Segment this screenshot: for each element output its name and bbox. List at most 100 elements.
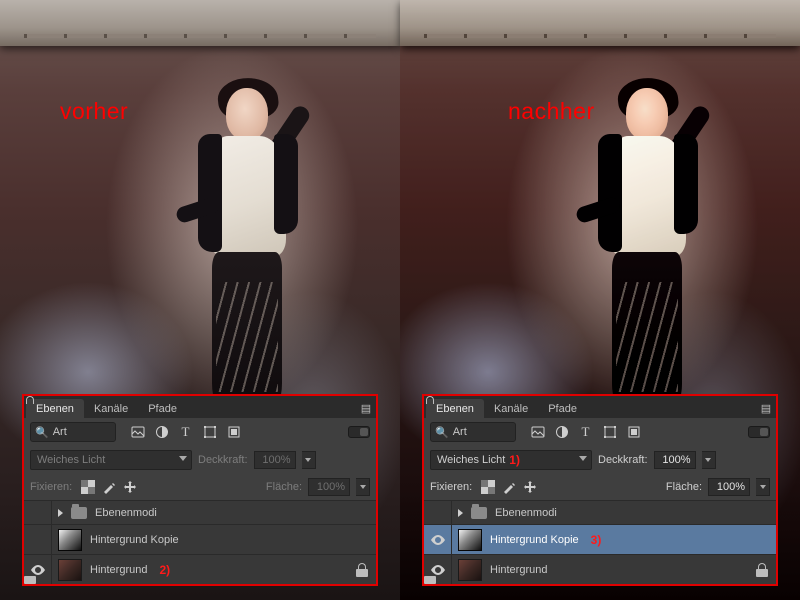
filter-kind-label: Art <box>53 426 67 438</box>
after-image-column: nachher Ebenen Kanäle Pfade ▤ 🔍 Art T <box>400 0 800 600</box>
blend-mode-select[interactable]: Weiches Licht 1) <box>430 450 592 470</box>
tab-channels[interactable]: Kanäle <box>84 399 138 418</box>
filter-icons: T <box>530 425 641 440</box>
lock-move-icon[interactable] <box>122 480 137 495</box>
lock-transparency-icon[interactable] <box>80 480 95 495</box>
blend-mode-value: Weiches Licht <box>37 454 105 466</box>
filter-pixel-icon[interactable] <box>530 425 545 440</box>
filter-kind-label: Art <box>453 426 467 438</box>
layers-list: Ebenenmodi Hintergrund Kopie 3) Hintergr… <box>424 500 776 584</box>
lock-paint-icon[interactable] <box>501 480 516 495</box>
tab-paths[interactable]: Pfade <box>138 399 187 418</box>
lock-all-icon[interactable] <box>543 480 558 495</box>
fill-value[interactable]: 100% <box>308 478 350 496</box>
layers-panel-after: Ebenen Kanäle Pfade ▤ 🔍 Art T Weiches Li… <box>422 394 778 586</box>
filter-pixel-icon[interactable] <box>130 425 145 440</box>
before-image-column: vorher Ebenen Kanäle Pfade ▤ 🔍 Art T <box>0 0 400 600</box>
layer-copy-row[interactable]: Hintergrund Kopie <box>24 524 376 554</box>
lock-transparency-icon[interactable] <box>480 480 495 495</box>
opacity-label: Deckkraft: <box>198 454 248 466</box>
layer-name: Hintergrund <box>90 564 147 576</box>
folder-icon <box>71 507 87 519</box>
lock-row: Fixieren: Fläche: 100% <box>24 474 376 500</box>
folder-icon <box>471 507 487 519</box>
filter-icons: T <box>130 425 241 440</box>
opacity-dropdown[interactable] <box>302 451 316 469</box>
tab-layers[interactable]: Ebenen <box>26 399 84 418</box>
disclosure-triangle-icon[interactable] <box>458 509 463 517</box>
fill-label: Fläche: <box>266 481 302 493</box>
filter-row: 🔍 Art T <box>424 418 776 446</box>
model-figure <box>168 82 318 412</box>
annotation-2: 2) <box>159 563 170 577</box>
fill-dropdown[interactable] <box>356 478 370 496</box>
filter-shape-icon[interactable] <box>202 425 217 440</box>
tab-layers[interactable]: Ebenen <box>426 399 484 418</box>
filter-adjust-icon[interactable] <box>154 425 169 440</box>
panel-tabs: Ebenen Kanäle Pfade ▤ <box>24 396 376 418</box>
panel-menu-icon[interactable]: ▤ <box>356 399 376 418</box>
fill-label: Fläche: <box>666 481 702 493</box>
after-label: nachher <box>508 98 595 125</box>
lock-all-icon[interactable] <box>143 480 158 495</box>
filter-type-icon[interactable]: T <box>578 425 593 440</box>
panel-menu-icon[interactable]: ▤ <box>756 399 776 418</box>
layer-copy-row[interactable]: Hintergrund Kopie 3) <box>424 524 776 554</box>
chevron-down-icon <box>579 456 587 461</box>
filter-shape-icon[interactable] <box>602 425 617 440</box>
lock-label: Fixieren: <box>30 481 72 493</box>
visibility-toggle[interactable] <box>24 525 52 554</box>
filter-smart-icon[interactable] <box>626 425 641 440</box>
lock-icon <box>356 563 368 577</box>
lock-icon <box>756 563 768 577</box>
tab-paths[interactable]: Pfade <box>538 399 587 418</box>
opacity-label: Deckkraft: <box>598 454 648 466</box>
visibility-toggle[interactable] <box>424 525 452 554</box>
model-figure <box>568 82 718 412</box>
annotation-1: 1) <box>509 453 520 467</box>
fill-value[interactable]: 100% <box>708 478 750 496</box>
layer-thumbnail <box>58 559 82 581</box>
layer-name: Hintergrund Kopie <box>490 534 579 546</box>
disclosure-triangle-icon[interactable] <box>58 509 63 517</box>
blend-row: Weiches Licht 1) Deckkraft: 100% <box>424 446 776 474</box>
blend-mode-value: Weiches Licht <box>437 454 505 466</box>
lock-label: Fixieren: <box>430 481 472 493</box>
filter-smart-icon[interactable] <box>226 425 241 440</box>
visibility-toggle[interactable] <box>24 501 52 524</box>
layer-thumbnail <box>458 559 482 581</box>
lock-row: Fixieren: Fläche: 100% <box>424 474 776 500</box>
layer-bg-row[interactable]: Hintergrund 2) <box>24 554 376 584</box>
layer-name: Ebenenmodi <box>495 507 557 519</box>
lock-paint-icon[interactable] <box>101 480 116 495</box>
opacity-dropdown[interactable] <box>702 451 716 469</box>
opacity-value[interactable]: 100% <box>654 451 696 469</box>
search-icon: 🔍 <box>435 426 449 439</box>
layers-list: Ebenenmodi Hintergrund Kopie Hintergrund… <box>24 500 376 584</box>
filter-kind-select[interactable]: 🔍 Art <box>30 422 116 442</box>
filter-type-icon[interactable]: T <box>178 425 193 440</box>
lock-move-icon[interactable] <box>522 480 537 495</box>
blend-mode-select[interactable]: Weiches Licht <box>30 450 192 470</box>
layer-group-row[interactable]: Ebenenmodi <box>24 500 376 524</box>
filter-adjust-icon[interactable] <box>554 425 569 440</box>
filter-toggle[interactable] <box>748 426 770 438</box>
filter-kind-select[interactable]: 🔍 Art <box>430 422 516 442</box>
layer-name: Ebenenmodi <box>95 507 157 519</box>
panel-tabs: Ebenen Kanäle Pfade ▤ <box>424 396 776 418</box>
layer-thumbnail <box>458 529 482 551</box>
layer-name: Hintergrund <box>490 564 547 576</box>
layer-bg-row[interactable]: Hintergrund <box>424 554 776 584</box>
layer-group-row[interactable]: Ebenenmodi <box>424 500 776 524</box>
chevron-down-icon <box>179 456 187 461</box>
tab-channels[interactable]: Kanäle <box>484 399 538 418</box>
opacity-value[interactable]: 100% <box>254 451 296 469</box>
layer-thumbnail <box>58 529 82 551</box>
fill-dropdown[interactable] <box>756 478 770 496</box>
layer-name: Hintergrund Kopie <box>90 534 179 546</box>
blend-row: Weiches Licht Deckkraft: 100% <box>24 446 376 474</box>
visibility-toggle[interactable] <box>424 501 452 524</box>
filter-row: 🔍 Art T <box>24 418 376 446</box>
filter-toggle[interactable] <box>348 426 370 438</box>
before-label: vorher <box>60 98 128 125</box>
